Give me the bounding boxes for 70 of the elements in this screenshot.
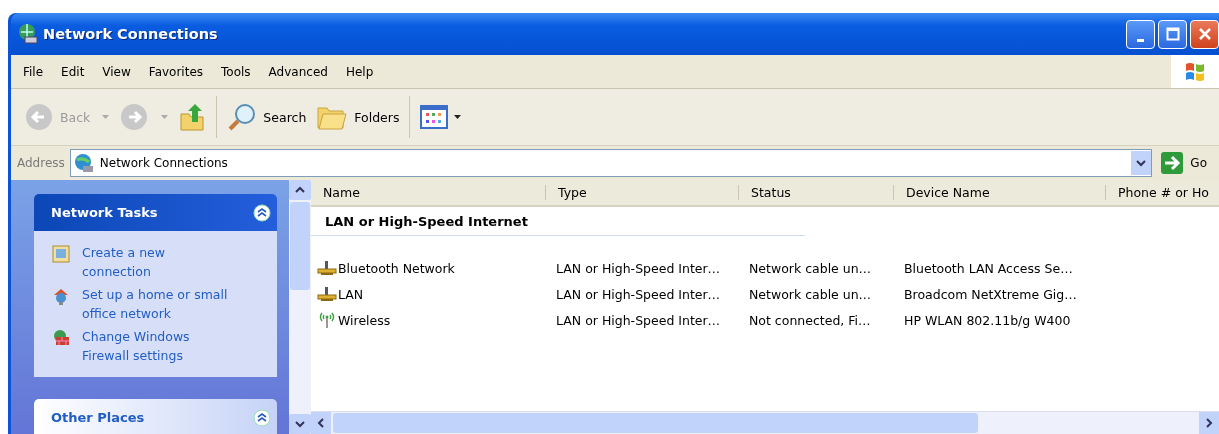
- dropdown-button[interactable]: [1131, 151, 1152, 175]
- close-button[interactable]: [1190, 19, 1219, 49]
- minimize-icon: [1137, 38, 1144, 42]
- column-header[interactable]: Type: [546, 185, 739, 200]
- address-label: Address: [17, 156, 65, 170]
- maximize-icon: [1165, 27, 1180, 41]
- table-cell[interactable]: LAN: [338, 286, 364, 302]
- maximize-button[interactable]: [1158, 19, 1187, 49]
- collapse-chevron-icon[interactable]: [253, 203, 271, 222]
- table-cell: Bluetooth LAN Access Se…: [904, 260, 1073, 276]
- search-button[interactable]: Search: [222, 97, 312, 137]
- collapse-chevron-icon[interactable]: [253, 408, 271, 427]
- scroll-up-button[interactable]: [289, 180, 311, 200]
- column-header[interactable]: Phone # or Ho: [1106, 185, 1219, 200]
- table-cell: Network cable un…: [749, 286, 872, 302]
- scroll-right-button[interactable]: [1199, 412, 1219, 434]
- wireless-antenna-icon: [317, 311, 337, 329]
- task-link[interactable]: Change Windows Firewall settings: [82, 327, 232, 365]
- folder-up-arrow-icon: [178, 102, 207, 132]
- group-heading: LAN or High-Speed Internet: [325, 213, 528, 229]
- chevron-down-icon: [295, 420, 305, 428]
- menu-item[interactable]: Advanced: [268, 64, 328, 79]
- window-title: Network Connections: [43, 26, 218, 42]
- address-field[interactable]: Network Connections: [69, 149, 1153, 177]
- views-icon: [420, 105, 449, 129]
- folders-button[interactable]: Folders: [311, 97, 405, 137]
- table-cell: Not connected, Fi…: [749, 312, 871, 328]
- dropdown-arrow-icon: [161, 115, 169, 119]
- panel-header[interactable]: Network Tasks: [34, 194, 277, 231]
- menu-item[interactable]: View: [102, 64, 131, 79]
- go-button[interactable]: Go: [1152, 151, 1219, 175]
- menu-item[interactable]: File: [23, 64, 44, 79]
- network-globe-icon: [17, 23, 39, 45]
- menu-item[interactable]: Edit: [61, 64, 85, 79]
- network-connection-icon: [317, 286, 337, 302]
- scroll-thumb[interactable]: [290, 202, 310, 290]
- table-cell[interactable]: Wireless: [338, 312, 391, 328]
- minimize-button[interactable]: [1126, 19, 1155, 49]
- house-globe-icon: [52, 287, 70, 305]
- chevron-right-icon: [1205, 418, 1213, 428]
- network-connection-icon: [317, 260, 337, 276]
- new-connection-icon: [52, 245, 70, 263]
- network-globe-icon: [73, 153, 94, 173]
- table-cell: LAN or High-Speed Inter…: [556, 312, 721, 328]
- column-header[interactable]: Name: [311, 185, 546, 200]
- table-cell: LAN or High-Speed Inter…: [556, 260, 721, 276]
- dropdown-arrow-icon: [454, 115, 462, 119]
- firewall-icon: [52, 329, 70, 347]
- horizontal-scroll-thumb[interactable]: [333, 413, 978, 433]
- table-cell: Broadcom NetXtreme Gig…: [904, 286, 1077, 302]
- search-icon: [227, 102, 258, 132]
- table-cell: LAN or High-Speed Inter…: [556, 286, 721, 302]
- table-cell[interactable]: Bluetooth Network: [338, 260, 455, 276]
- close-icon: [1197, 27, 1212, 41]
- dropdown-arrow-icon: [102, 115, 110, 119]
- scroll-down-button[interactable]: [289, 414, 311, 434]
- column-header[interactable]: Device Name: [894, 185, 1106, 200]
- panel-header[interactable]: Other Places: [34, 399, 277, 434]
- menu-item[interactable]: Tools: [221, 64, 251, 79]
- scroll-left-button[interactable]: [311, 412, 331, 434]
- menu-item[interactable]: Help: [345, 64, 374, 79]
- table-cell: Network cable un…: [749, 260, 872, 276]
- column-header[interactable]: Status: [739, 185, 894, 200]
- menu-item[interactable]: Favorites: [148, 64, 204, 79]
- task-link[interactable]: Create a new connection: [82, 243, 232, 281]
- table-cell: HP WLAN 802.11b/g W400: [904, 312, 1071, 328]
- chevron-down-icon: [1136, 159, 1147, 167]
- task-link[interactable]: Set up a home or small office network: [82, 285, 232, 323]
- chevron-up-icon: [295, 186, 305, 194]
- chevron-left-icon: [317, 418, 325, 428]
